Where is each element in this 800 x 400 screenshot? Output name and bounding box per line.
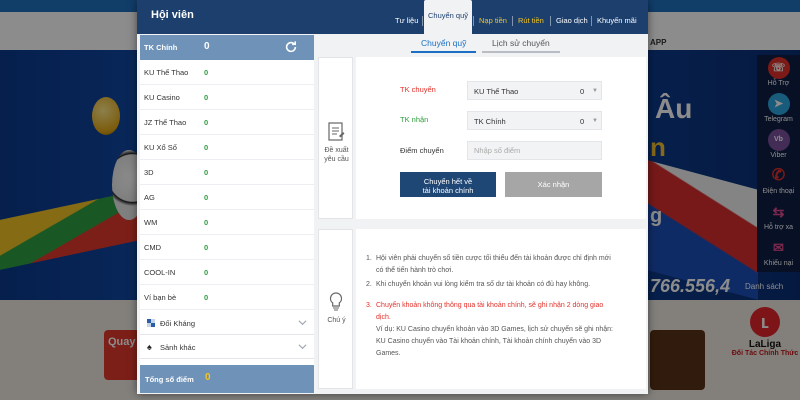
chevron-down-icon[interactable]: [298, 342, 307, 351]
group-versus[interactable]: Đối Kháng: [140, 311, 314, 335]
spade-icon: ♠: [147, 342, 152, 352]
wallet-name: Ví bạn bè: [144, 293, 177, 302]
wallet-name: KU Thể Thao: [144, 68, 189, 77]
total-points-row: Tổng số điểm 0: [140, 365, 314, 393]
nav-separator: [591, 16, 592, 26]
wallet-row[interactable]: KU Thể Thao 0: [140, 60, 314, 85]
tab-transfer-history[interactable]: Lịch sử chuyển: [482, 38, 560, 53]
nav-separator: [512, 16, 513, 26]
transfer-all-line-1: Chuyển hết về: [423, 177, 473, 186]
select-value: KU Thể Thao: [474, 87, 519, 96]
wallet-balance: 0: [204, 118, 209, 127]
to-account-select[interactable]: TK Chính 0 ▼: [467, 111, 602, 130]
wallet-name: 3D: [144, 168, 154, 177]
transfer-form: TK chuyển KU Thể Thao 0 ▼ TK nhận TK Chí…: [356, 57, 646, 219]
wallet-row[interactable]: WM 0: [140, 210, 314, 235]
clipboard-icon: [328, 122, 345, 141]
note-number: 1.: [366, 255, 372, 262]
from-account-label: TK chuyển: [400, 85, 436, 94]
chevron-down-icon[interactable]: [298, 318, 307, 327]
caret-down-icon: ▼: [592, 118, 598, 124]
note-text: Khi chuyển khoản vui lòng kiểm tra số dư…: [376, 281, 591, 288]
wallet-name: CMD: [144, 243, 162, 252]
nav-separator: [422, 16, 423, 26]
total-label: Tổng số điểm: [145, 375, 194, 384]
wallet-balance: 0: [204, 68, 209, 77]
wallet-balance: 0: [204, 168, 209, 177]
wallet-balance: 0: [204, 193, 209, 202]
notes-label: Chú ý: [327, 317, 346, 324]
refresh-icon[interactable]: [284, 40, 298, 54]
to-account-label: TK nhận: [400, 115, 429, 124]
wallet-row[interactable]: AG 0: [140, 185, 314, 210]
wallet-balance: 0: [204, 93, 209, 102]
nav-transactions[interactable]: Giao dịch: [556, 0, 588, 34]
nav-profile[interactable]: Tư liệu: [395, 0, 418, 34]
note-number: 2.: [366, 281, 372, 288]
wallet-balance: 0: [204, 268, 209, 277]
points-input[interactable]: [467, 141, 602, 160]
select-amount: 0: [580, 117, 585, 126]
note-number: 3.: [366, 302, 372, 309]
wallet-balance: 0: [204, 41, 210, 52]
versus-icon: [147, 319, 155, 327]
select-amount: 0: [580, 87, 585, 96]
wallet-row[interactable]: KU Casino 0: [140, 85, 314, 110]
proposal-panel: Đề xuất yêu cầu: [318, 57, 353, 219]
wallet-row[interactable]: JZ Thể Thao 0: [140, 110, 314, 135]
wallet-row[interactable]: KU Xổ Số 0: [140, 135, 314, 160]
wallet-row[interactable]: CMD 0: [140, 235, 314, 260]
nav-withdraw[interactable]: Rút tiền: [518, 0, 544, 34]
select-value: TK Chính: [474, 117, 506, 126]
wallet-name: JZ Thể Thao: [144, 118, 187, 127]
notes-content: 1. Hội viên phải chuyển số tiền cược tối…: [356, 229, 646, 389]
nav-separator: [550, 16, 551, 26]
wallet-row[interactable]: COOL-IN 0: [140, 260, 314, 285]
wallet-list: TK Chính 0 KU Thể Thao 0 KU Casino 0 JZ Th…: [140, 35, 314, 393]
wallet-row-main[interactable]: TK Chính 0: [140, 35, 314, 60]
transfer-all-button[interactable]: Chuyển hết về tài khoản chính: [400, 172, 496, 197]
wallet-name: AG: [144, 193, 155, 202]
group-other-lobby[interactable]: ♠ Sảnh khác: [140, 335, 314, 359]
group-label: Sảnh khác: [160, 343, 196, 352]
wallet-name: KU Xổ Số: [144, 143, 177, 152]
nav-deposit[interactable]: Nạp tiền: [479, 0, 507, 34]
wallet-row[interactable]: Ví bạn bè 0: [140, 285, 314, 310]
modal-header: Hội viên Tư liệu Chuyển quỹ Nạp tiền Rút…: [137, 0, 648, 34]
note-text: Hội viên phải chuyển số tiền cược tối th…: [376, 255, 611, 274]
group-label: Đối Kháng: [160, 319, 196, 328]
note-example-text: Ví dụ: KU Casino chuyển khoản vào 3D Gam…: [376, 326, 613, 357]
wallet-balance: 0: [204, 143, 209, 152]
proposal-label: Đề xuất yêu cầu: [324, 147, 349, 163]
wallet-row[interactable]: 3D 0: [140, 160, 314, 185]
points-label: Điểm chuyển: [400, 146, 444, 155]
wallet-name: COOL-IN: [144, 268, 176, 277]
transfer-all-line-2: tài khoản chính: [422, 186, 474, 195]
wallet-balance: 0: [204, 218, 209, 227]
nav-transfer[interactable]: Chuyển quỹ: [424, 0, 473, 34]
wallet-balance: 0: [204, 293, 209, 302]
nav-separator: [473, 16, 474, 26]
wallet-name: TK Chính: [144, 43, 178, 52]
nav-promotions[interactable]: Khuyến mãi: [597, 0, 637, 34]
lightbulb-icon: [329, 292, 343, 311]
wallet-name: KU Casino: [144, 93, 180, 102]
wallet-balance: 0: [204, 243, 209, 252]
from-account-select[interactable]: KU Thể Thao 0 ▼: [467, 81, 602, 100]
caret-down-icon: ▼: [592, 88, 598, 94]
confirm-button[interactable]: Xác nhận: [505, 172, 602, 197]
total-value: 0: [205, 372, 211, 383]
member-modal: Hội viên Tư liệu Chuyển quỹ Nạp tiền Rút…: [137, 0, 648, 394]
notes-panel: Chú ý: [318, 229, 353, 389]
wallet-name: WM: [144, 218, 158, 227]
tab-transfer[interactable]: Chuyển quỹ: [411, 38, 477, 53]
note-text: Chuyển khoản không thông qua tài khoản c…: [376, 302, 604, 321]
modal-title: Hội viên: [151, 9, 194, 21]
